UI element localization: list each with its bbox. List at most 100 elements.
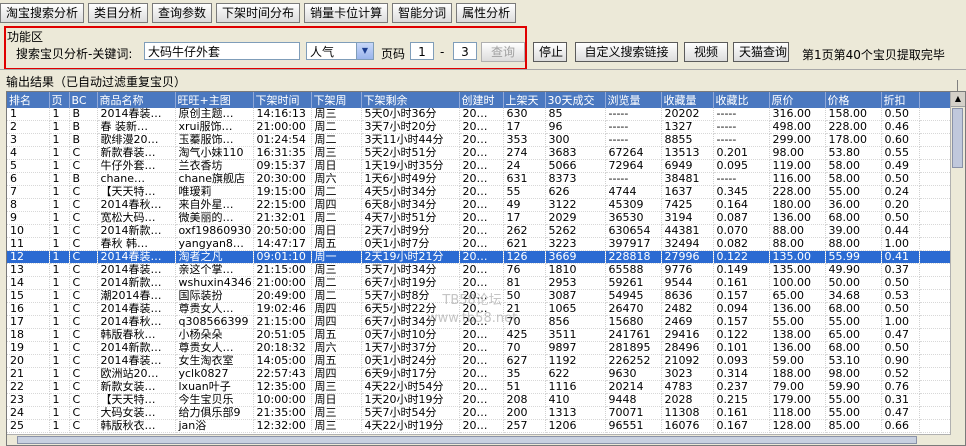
table-row[interactable]: 23 1 C 【天天特… 今生宝贝乐 10:00:00 周日 1天20小时19分 20… 208 4… xyxy=(7,393,952,407)
table-row[interactable]: 22 1 C 新款女装… lxuan叶子 12:35:00 周三 4天22小时54分 20… 51… xyxy=(7,380,952,394)
table-cell: 0.44 xyxy=(881,224,920,238)
table-cell: 0.201 xyxy=(713,146,770,160)
column-header[interactable]: 下架时间 xyxy=(253,92,312,108)
table-cell: 0.164 xyxy=(713,198,770,212)
tmall-query-button[interactable]: 天猫查询 xyxy=(733,42,789,62)
tab-query-params[interactable]: 查询参数 xyxy=(152,3,213,23)
column-header[interactable] xyxy=(919,92,952,108)
table-row[interactable]: 19 1 C 2014新款… 尊贵女人… 20:18:32 周六 1天7小时37分 20… 70 9… xyxy=(7,341,952,355)
table-cell: 小杨朵朵 xyxy=(175,328,254,342)
video-button[interactable]: 视频 xyxy=(684,42,728,62)
table-cell: 0.49 xyxy=(881,159,920,173)
table-row[interactable]: 3 1 B 歌绯漫20… 玉蓁服饰… 01:24:54 周二 3天11小时44分 20… 353 3… xyxy=(7,133,952,147)
table-cell: 19:15:00 xyxy=(253,185,312,199)
column-header[interactable]: 收藏比 xyxy=(713,92,770,108)
page-from-input[interactable]: 1 xyxy=(410,42,434,60)
stop-button[interactable]: 停止 xyxy=(533,42,567,62)
tab-delist-time-distribution[interactable]: 下架时间分布 xyxy=(216,3,301,23)
table-row[interactable]: 20 1 C 2014春装… 女生淘衣室 14:05:00 周五 0天1小时24分 20… 627… xyxy=(7,354,952,368)
table-cell: 158.00 xyxy=(825,108,882,121)
table-row[interactable]: 17 1 C 2014春秋… q308566399 21:15:00 周四 6天7小时34分 2… xyxy=(7,315,952,329)
table-row[interactable]: 10 1 C 2014新款… oxf19860930 20:50:00 周日 2天7小时9分 2… xyxy=(7,224,952,238)
table-row[interactable]: 5 1 C 牛仔外套… 兰衣香坊 09:15:37 周日 1天19小时35分 20… 24 5066… xyxy=(7,159,952,173)
hscroll-thumb[interactable] xyxy=(17,436,917,444)
tab-taobao-search-analysis[interactable]: 淘宝搜索分析 xyxy=(0,3,85,23)
sort-select[interactable]: 人气 ▼ xyxy=(306,42,374,60)
table-cell: 20… xyxy=(459,185,504,199)
table-cell: 周四 xyxy=(311,315,362,329)
results-grid: 排名页 BC 商品名称 旺旺+主图 下架时间 下架周 下架剩余 创建时 上架天 30天成交 浏览量收… xyxy=(6,91,966,446)
scroll-thumb[interactable] xyxy=(952,108,963,168)
table-cell: 5天2小时51分 xyxy=(361,146,460,160)
column-header[interactable]: 商品名称 xyxy=(97,92,176,108)
table-cell: 20:50:00 xyxy=(253,224,312,238)
horizontal-scrollbar[interactable] xyxy=(7,434,951,445)
table-cell xyxy=(919,120,952,134)
column-header[interactable]: 折扣 xyxy=(881,92,920,108)
table-cell: 178.00 xyxy=(825,133,882,147)
table-cell: 春秋 韩… xyxy=(97,237,176,251)
table-row[interactable]: 13 1 C 2014春装… 亲这个掌… 21:15:00 周三 5天7小时34分 20… 76 1… xyxy=(7,263,952,277)
column-header[interactable]: 原价 xyxy=(769,92,826,108)
chevron-down-icon[interactable]: ▼ xyxy=(356,43,373,59)
table-cell: 425 xyxy=(503,328,546,342)
column-header[interactable]: 下架周 xyxy=(311,92,362,108)
column-header[interactable]: 旺旺+主图 xyxy=(175,92,254,108)
table-row[interactable]: 18 1 C 韩版春秋… 小杨朵朵 20:51:05 周五 0天7小时10分 20… 425 351… xyxy=(7,328,952,342)
column-header[interactable]: 浏览量 xyxy=(605,92,662,108)
table-cell: 397917 xyxy=(605,237,662,251)
table-cell: 50 xyxy=(503,289,546,303)
table-cell: 316.00 xyxy=(769,108,826,121)
table-row[interactable]: 9 1 C 宽松大码… 微美丽的… 21:32:01 周二 4天7小时51分 20… 17 2029… xyxy=(7,211,952,225)
table-cell: 1 xyxy=(49,159,70,173)
keyword-input[interactable]: 大码牛仔外套 xyxy=(144,42,300,60)
table-row[interactable]: 7 1 C 【天天特… 唯瑷莉 19:15:00 周二 4天5小时34分 20… 55 626 474… xyxy=(7,185,952,199)
table-cell: 20… xyxy=(459,380,504,394)
column-header[interactable]: 页 xyxy=(49,92,70,108)
table-cell xyxy=(919,250,952,264)
table-cell: 20… xyxy=(459,263,504,277)
table-cell: 8636 xyxy=(661,289,714,303)
table-cell: 16 xyxy=(7,302,50,316)
table-cell xyxy=(919,224,952,238)
tab-attribute-analysis[interactable]: 属性分析 xyxy=(456,3,517,23)
table-cell: 76 xyxy=(503,263,546,277)
custom-search-link-button[interactable]: 自定义搜索链接 xyxy=(575,42,678,62)
column-header[interactable]: 排名 xyxy=(7,92,50,108)
table-cell: 3天11小时44分 xyxy=(361,133,460,147)
column-header[interactable]: 价格 xyxy=(825,92,882,108)
column-header[interactable]: BC xyxy=(69,92,98,108)
table-row[interactable]: 24 1 C 大码女装… 给力俱乐部9 21:35:00 周三 5天7小时54分 20… 200 1… xyxy=(7,406,952,420)
table-row[interactable]: 4 1 C 新款春装… 淘气小妹110 16:31:35 周三 5天2小时51分 20… 274 3… xyxy=(7,146,952,160)
table-row[interactable]: 16 1 C 2014春装… 尊贵女人… 19:02:46 周四 6天5小时22分 20… 21 1… xyxy=(7,302,952,316)
table-row[interactable]: 1 1 B 2014春装… 原创主题… 14:16:13 周三 5天0小时36分 20… 630 8… xyxy=(7,108,952,121)
table-cell: 32494 xyxy=(661,237,714,251)
table-cell: 20… xyxy=(459,393,504,407)
column-header[interactable]: 收藏量 xyxy=(661,92,714,108)
table-cell: 0.47 xyxy=(881,406,920,420)
table-row[interactable]: 8 1 C 2014春秋… 来自外星… 22:15:00 周四 6天8小时34分 20… 49 31… xyxy=(7,198,952,212)
table-row[interactable]: 21B春 装新… xrui服饰… 21:00:00 周二 3天7小时20分 20… 17 96… xyxy=(7,120,952,134)
vertical-scrollbar[interactable]: ▲ xyxy=(950,92,965,445)
table-row[interactable]: 21 1 C 欧洲站20… yclk0827 22:57:43 周四 6天9小时17分 20… 3… xyxy=(7,367,952,381)
table-cell: 0.31 xyxy=(881,393,920,407)
table-row[interactable]: 6 1 Bchane… chane旗舰店 20:30:00 周六 1天6小时49分 20… 63… xyxy=(7,172,952,186)
table-cell: 0.24 xyxy=(881,185,920,199)
column-header[interactable]: 下架剩余 xyxy=(361,92,460,108)
table-cell: 9448 xyxy=(605,393,662,407)
table-row[interactable]: 11 1 C 春秋 韩… yangyan8… 14:47:17 周五 0天1小时7分 20… 62… xyxy=(7,237,952,251)
table-row[interactable]: 12 1 C 2014春装… 淘者之凡 09:01:10 周一 2天19小时21分 20… 126… xyxy=(7,250,952,264)
table-row[interactable]: 14 1 C 2014新款… wshuxin4346 21:00:00 周二 6天7小时19分… xyxy=(7,276,952,290)
column-header[interactable]: 上架天 xyxy=(503,92,546,108)
column-header[interactable]: 创建时 xyxy=(459,92,504,108)
tab-sales-rank-calc[interactable]: 销量卡位计算 xyxy=(304,3,389,23)
page-to-input[interactable]: 3 xyxy=(453,42,477,60)
table-row[interactable]: 15 1 C 潮2014春… 国际装扮 20:49:00 周二 5天7小时8分 20… 50 308… xyxy=(7,289,952,303)
table-cell: 44381 xyxy=(661,224,714,238)
column-header[interactable]: 30天成交 xyxy=(545,92,606,108)
tab-smart-segmentation[interactable]: 智能分词 xyxy=(392,3,453,23)
table-row[interactable]: 25 1 C 韩版秋衣… jan浴 12:32:00 周三 4天22小时19分 20… 257 12… xyxy=(7,419,952,433)
query-button[interactable]: 查询 xyxy=(481,42,525,62)
scroll-up-icon[interactable]: ▲ xyxy=(951,92,965,107)
tab-category-analysis[interactable]: 类目分析 xyxy=(88,3,149,23)
